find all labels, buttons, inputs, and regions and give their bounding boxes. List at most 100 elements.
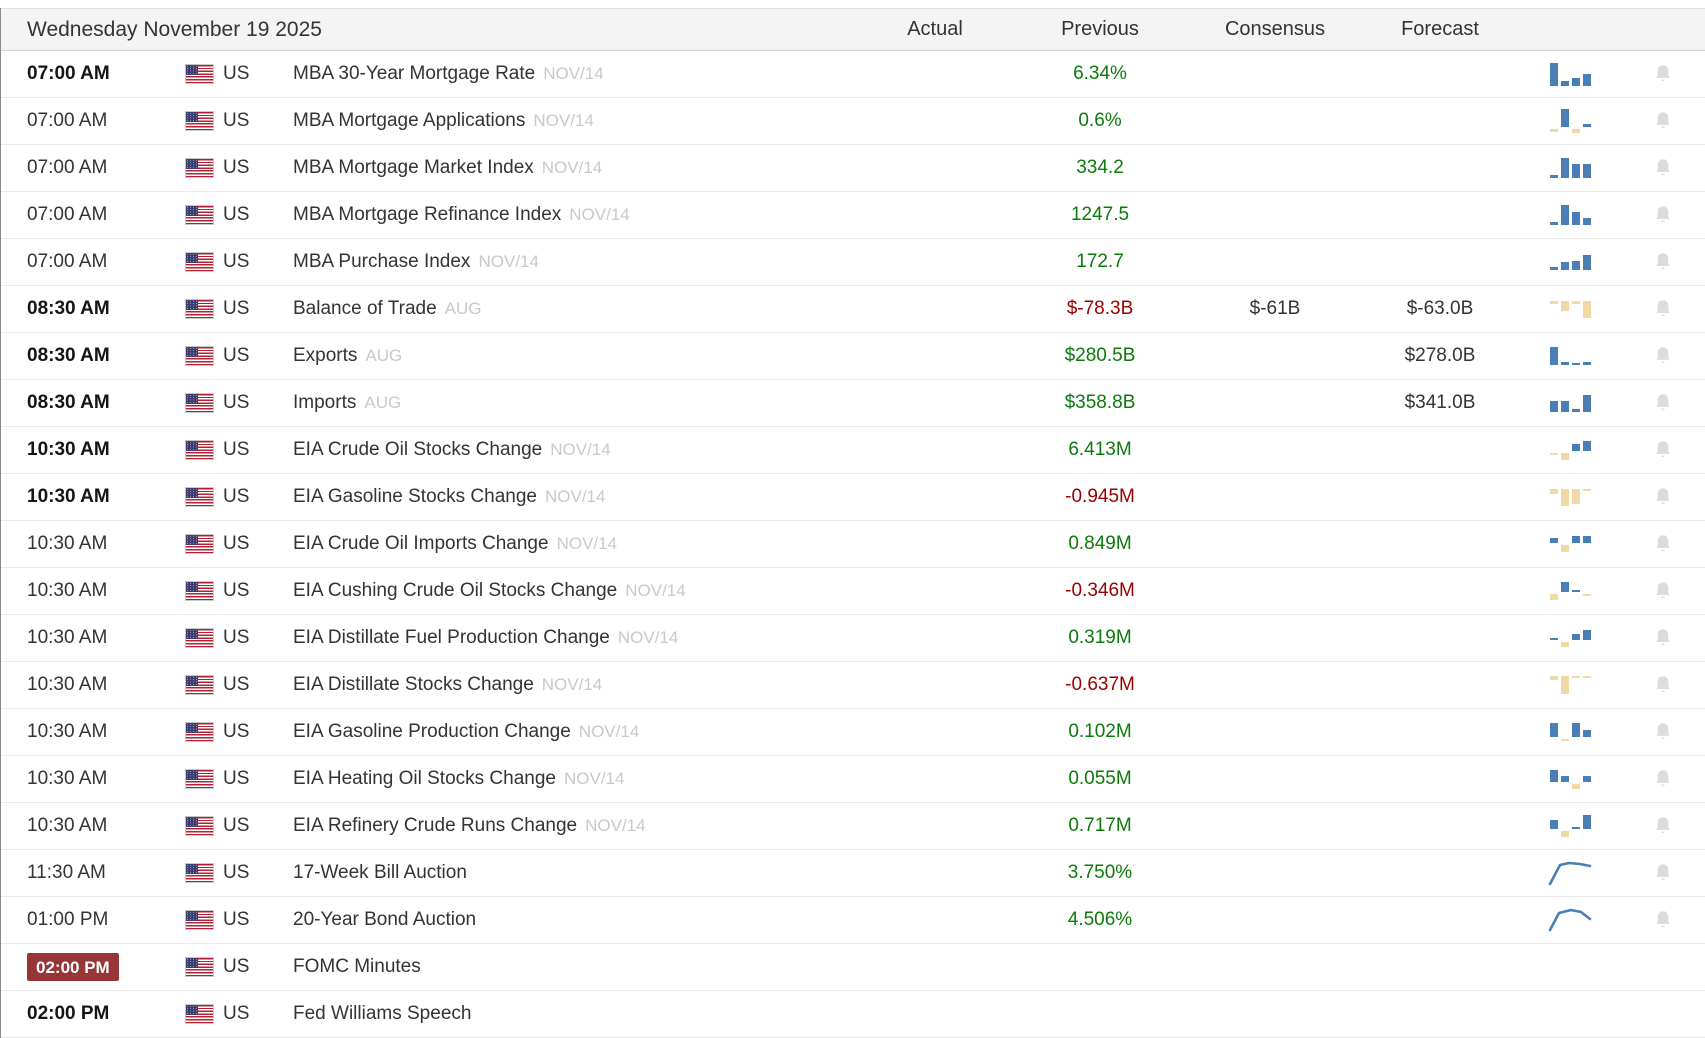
previous-value[interactable]: 1247.5 — [1010, 204, 1190, 226]
calendar-row[interactable]: 07:00 AM US MBA 30-Year Mortgage RateNOV… — [1, 51, 1705, 98]
history-sparkline[interactable] — [1520, 576, 1620, 606]
event-link[interactable]: EIA Distillate Stocks Change — [293, 674, 534, 695]
history-sparkline[interactable] — [1520, 529, 1620, 559]
event-link[interactable]: EIA Cushing Crude Oil Stocks Change — [293, 580, 617, 601]
alert-bell-button[interactable] — [1620, 579, 1705, 603]
event-link[interactable]: EIA Crude Oil Imports Change — [293, 533, 549, 554]
calendar-row[interactable]: 02:00 PM US FOMC Minutes — [1, 944, 1705, 991]
history-sparkline[interactable] — [1520, 905, 1620, 935]
country-cell[interactable]: US — [159, 345, 264, 367]
calendar-row[interactable]: 10:30 AM US EIA Gasoline Stocks ChangeNO… — [1, 474, 1705, 521]
history-sparkline[interactable] — [1520, 764, 1620, 794]
calendar-row[interactable]: 01:00 PM US 20-Year Bond Auction 4.506% — [1, 897, 1705, 944]
event-link[interactable]: Imports — [293, 392, 356, 413]
history-sparkline[interactable] — [1520, 858, 1620, 888]
alert-bell-button[interactable] — [1620, 438, 1705, 462]
country-cell[interactable]: US — [159, 298, 264, 320]
event-link[interactable]: EIA Gasoline Production Change — [293, 721, 571, 742]
country-cell[interactable]: US — [159, 110, 264, 132]
calendar-row[interactable]: 10:30 AM US EIA Heating Oil Stocks Chang… — [1, 756, 1705, 803]
previous-value[interactable]: 4.506% — [1010, 909, 1190, 931]
event-link[interactable]: EIA Distillate Fuel Production Change — [293, 627, 610, 648]
history-sparkline[interactable] — [1520, 247, 1620, 277]
event-link[interactable]: MBA 30-Year Mortgage Rate — [293, 63, 535, 84]
previous-value[interactable]: -0.945M — [1010, 486, 1190, 508]
previous-value[interactable]: $280.5B — [1010, 345, 1190, 367]
country-cell[interactable]: US — [159, 862, 264, 884]
calendar-row[interactable]: 10:30 AM US EIA Crude Oil Stocks ChangeN… — [1, 427, 1705, 474]
calendar-row[interactable]: 10:30 AM US EIA Refinery Crude Runs Chan… — [1, 803, 1705, 850]
calendar-row[interactable]: 10:30 AM US EIA Crude Oil Imports Change… — [1, 521, 1705, 568]
country-cell[interactable]: US — [159, 1003, 264, 1025]
alert-bell-button[interactable] — [1620, 297, 1705, 321]
alert-bell-button[interactable] — [1620, 485, 1705, 509]
event-link[interactable]: Exports — [293, 345, 357, 366]
history-sparkline[interactable] — [1520, 341, 1620, 371]
history-sparkline[interactable] — [1520, 717, 1620, 747]
previous-value[interactable]: -0.637M — [1010, 674, 1190, 696]
calendar-row[interactable]: 10:30 AM US EIA Gasoline Production Chan… — [1, 709, 1705, 756]
history-sparkline[interactable] — [1520, 200, 1620, 230]
alert-bell-button[interactable] — [1620, 109, 1705, 133]
alert-bell-button[interactable] — [1620, 391, 1705, 415]
country-cell[interactable]: US — [159, 956, 264, 978]
history-sparkline[interactable] — [1520, 294, 1620, 324]
calendar-row[interactable]: 08:30 AM US ExportsAUG $280.5B $278.0B — [1, 333, 1705, 380]
previous-value[interactable]: 334.2 — [1010, 157, 1190, 179]
previous-value[interactable]: 6.34% — [1010, 63, 1190, 85]
country-cell[interactable]: US — [159, 815, 264, 837]
history-sparkline[interactable] — [1520, 482, 1620, 512]
country-cell[interactable]: US — [159, 157, 264, 179]
alert-bell-button[interactable] — [1620, 532, 1705, 556]
alert-bell-button[interactable] — [1620, 673, 1705, 697]
alert-bell-button[interactable] — [1620, 720, 1705, 744]
calendar-row[interactable]: 10:30 AM US EIA Distillate Stocks Change… — [1, 662, 1705, 709]
country-cell[interactable]: US — [159, 768, 264, 790]
alert-bell-button[interactable] — [1620, 814, 1705, 838]
country-cell[interactable]: US — [159, 392, 264, 414]
alert-bell-button[interactable] — [1620, 626, 1705, 650]
event-link[interactable]: MBA Mortgage Applications — [293, 110, 525, 131]
event-link[interactable]: EIA Heating Oil Stocks Change — [293, 768, 556, 789]
previous-value[interactable]: -0.346M — [1010, 580, 1190, 602]
alert-bell-button[interactable] — [1620, 62, 1705, 86]
history-sparkline[interactable] — [1520, 388, 1620, 418]
calendar-row[interactable]: 07:00 AM US MBA Mortgage ApplicationsNOV… — [1, 98, 1705, 145]
history-sparkline[interactable] — [1520, 153, 1620, 183]
previous-value[interactable]: 0.6% — [1010, 110, 1190, 132]
history-sparkline[interactable] — [1520, 106, 1620, 136]
history-sparkline[interactable] — [1520, 623, 1620, 653]
alert-bell-button[interactable] — [1620, 156, 1705, 180]
previous-value[interactable]: 0.849M — [1010, 533, 1190, 555]
event-link[interactable]: EIA Gasoline Stocks Change — [293, 486, 537, 507]
history-sparkline[interactable] — [1520, 435, 1620, 465]
country-cell[interactable]: US — [159, 439, 264, 461]
calendar-row[interactable]: 10:30 AM US EIA Cushing Crude Oil Stocks… — [1, 568, 1705, 615]
history-sparkline[interactable] — [1520, 811, 1620, 841]
event-link[interactable]: FOMC Minutes — [293, 956, 421, 977]
previous-value[interactable]: 0.102M — [1010, 721, 1190, 743]
event-link[interactable]: MBA Mortgage Refinance Index — [293, 204, 561, 225]
country-cell[interactable]: US — [159, 533, 264, 555]
alert-bell-button[interactable] — [1620, 203, 1705, 227]
calendar-row[interactable]: 10:30 AM US EIA Distillate Fuel Producti… — [1, 615, 1705, 662]
event-link[interactable]: MBA Purchase Index — [293, 251, 470, 272]
event-link[interactable]: Fed Williams Speech — [293, 1003, 471, 1024]
event-link[interactable]: EIA Crude Oil Stocks Change — [293, 439, 542, 460]
history-sparkline[interactable] — [1520, 59, 1620, 89]
alert-bell-button[interactable] — [1620, 344, 1705, 368]
calendar-row[interactable]: 08:30 AM US ImportsAUG $358.8B $341.0B — [1, 380, 1705, 427]
event-link[interactable]: MBA Mortgage Market Index — [293, 157, 534, 178]
event-link[interactable]: Balance of Trade — [293, 298, 437, 319]
previous-value[interactable]: $358.8B — [1010, 392, 1190, 414]
previous-value[interactable]: 0.319M — [1010, 627, 1190, 649]
calendar-row[interactable]: 02:00 PM US Fed Williams Speech — [1, 991, 1705, 1038]
previous-value[interactable]: $-78.3B — [1010, 298, 1190, 320]
alert-bell-button[interactable] — [1620, 861, 1705, 885]
event-link[interactable]: 17-Week Bill Auction — [293, 862, 467, 883]
calendar-row[interactable]: 11:30 AM US 17-Week Bill Auction 3.750% — [1, 850, 1705, 897]
alert-bell-button[interactable] — [1620, 908, 1705, 932]
country-cell[interactable]: US — [159, 909, 264, 931]
country-cell[interactable]: US — [159, 251, 264, 273]
country-cell[interactable]: US — [159, 674, 264, 696]
